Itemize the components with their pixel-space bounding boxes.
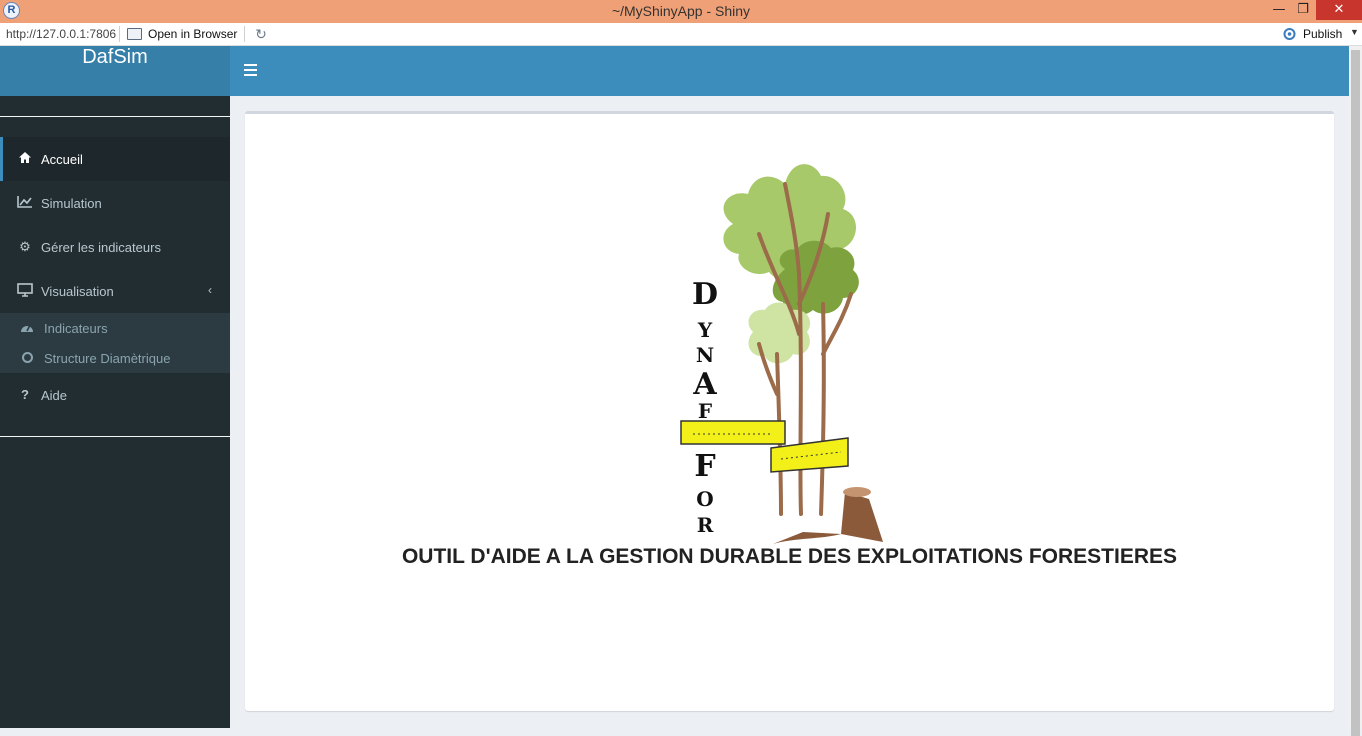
open-in-browser-icon[interactable] — [127, 28, 142, 40]
sidebar-item-label: Simulation — [41, 196, 102, 211]
sidebar-item-label: Gérer les indicateurs — [41, 240, 161, 255]
scrollbar-thumb[interactable] — [1351, 50, 1360, 736]
sidebar: Accueil Simulation ⚙ Gérer les indicateu… — [0, 96, 230, 728]
stump-icon — [773, 487, 883, 544]
publish-button[interactable]: Publish — [1303, 27, 1342, 41]
line-chart-icon — [17, 195, 33, 211]
sidebar-divider — [0, 436, 230, 437]
publish-icon[interactable] — [1282, 27, 1297, 41]
dashboard-icon — [20, 321, 34, 335]
close-button[interactable]: ✕ — [1316, 0, 1362, 20]
app-brand: DafSim — [0, 46, 230, 96]
toolbar-separator — [244, 26, 245, 42]
question-icon: ? — [21, 387, 29, 402]
submenu-item-label: Structure Diamètrique — [44, 351, 171, 366]
logo-letter: O — [696, 487, 713, 511]
logo-letter: F — [698, 399, 712, 423]
minimize-button[interactable]: — — [1268, 0, 1290, 20]
chevron-left-icon: ‹ — [208, 283, 212, 297]
maximize-button[interactable]: ❐ — [1292, 0, 1314, 20]
top-navbar — [230, 46, 1349, 96]
welcome-box: D Y N A F F O R OUTIL D'AIDE A LA GESTIO… — [245, 111, 1334, 711]
window-title: ~/MyShinyApp - Shiny — [611, 3, 751, 19]
sidebar-item-accueil[interactable]: Accueil — [0, 137, 230, 181]
sidebar-toggle-icon[interactable] — [244, 64, 257, 76]
dynafor-logo: D Y N A F F O R — [680, 164, 883, 544]
tree-crowns-icon — [723, 164, 859, 364]
sidebar-item-label: Accueil — [41, 152, 83, 167]
sidebar-item-visualisation[interactable]: Visualisation ‹ — [0, 269, 230, 313]
sidebar-item-indicateurs[interactable]: ⚙ Gérer les indicateurs — [0, 225, 230, 269]
logo-letter: R — [697, 513, 714, 537]
url-label: http://127.0.0.1:7806 — [6, 27, 117, 41]
refresh-icon[interactable]: ↻ — [253, 26, 269, 42]
submenu-item-label: Indicateurs — [44, 321, 108, 336]
logo-letter: N — [696, 343, 714, 367]
submenu-item-indicateurs[interactable]: Indicateurs — [0, 313, 230, 343]
sidebar-item-label: Visualisation — [41, 284, 114, 299]
logo-letter: Y — [697, 318, 713, 342]
visualisation-submenu: Indicateurs Structure Diamètrique — [0, 313, 230, 373]
cog-icon: ⚙ — [19, 239, 31, 254]
publish-dropdown-icon[interactable]: ▼ — [1350, 27, 1359, 37]
window-title-bar: R ~/MyShinyApp - Shiny — ❐ ✕ — [0, 0, 1362, 23]
viewer-toolbar: http://127.0.0.1:7806 Open in Browser ↻ … — [0, 23, 1362, 46]
home-icon — [17, 151, 33, 167]
sidebar-item-aide[interactable]: ? Aide — [0, 373, 230, 417]
logo-letter: A — [692, 367, 717, 402]
sidebar-item-label: Aide — [41, 388, 68, 403]
logo-letter: D — [692, 277, 718, 312]
submenu-item-structure-diametrique[interactable]: Structure Diamètrique — [0, 343, 230, 373]
logo-letter: F — [694, 449, 715, 484]
page-headline: OUTIL D'AIDE A LA GESTION DURABLE DES EX… — [401, 545, 1178, 568]
desktop-icon — [17, 283, 33, 299]
page-scrollbar[interactable] — [1349, 46, 1362, 736]
circle-o-icon — [20, 351, 34, 365]
sidebar-divider — [0, 116, 230, 117]
sidebar-item-simulation[interactable]: Simulation — [0, 181, 230, 225]
toolbar-separator — [119, 26, 120, 42]
open-in-browser-button[interactable]: Open in Browser — [148, 27, 237, 41]
